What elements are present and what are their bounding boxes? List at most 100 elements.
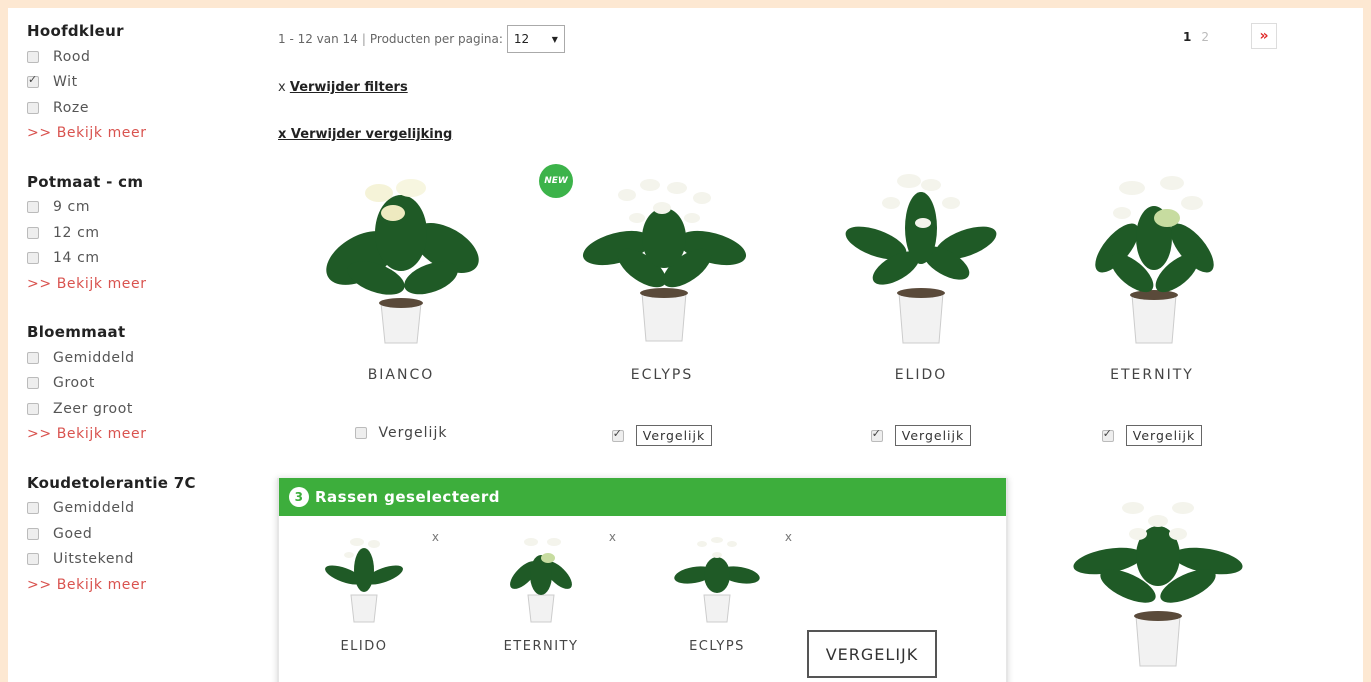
selected-count-badge: 3 — [289, 487, 309, 507]
show-more-link[interactable]: >> Bekijk meer — [27, 121, 257, 146]
option-label: 12 cm — [53, 224, 100, 241]
product-card-eternity: ETERNITY Vergelijk — [1032, 163, 1272, 446]
compare-checkbox[interactable] — [354, 427, 367, 439]
remove-item-button[interactable]: x — [609, 530, 616, 544]
compare-item-image — [674, 537, 760, 623]
compare-item: x ETERNITY — [466, 530, 616, 654]
remove-filters-link[interactable]: Verwijder filters — [290, 80, 408, 95]
filter-option-uitstekend[interactable]: Uitstekend — [27, 547, 257, 573]
chevron-down-icon: ▼ — [551, 34, 558, 44]
checkbox[interactable] — [27, 402, 39, 415]
facet-title: Koudetolerantie 7C — [27, 473, 196, 492]
facet-hoofdkleur: Hoofdkleur Rood Wit Roze >> Bekijk meer — [27, 22, 257, 146]
compare-item-name: ELIDO — [340, 639, 388, 654]
compare-toggle[interactable]: Vergelijk — [542, 425, 782, 446]
checkbox[interactable] — [27, 50, 39, 63]
compare-checkbox-checked[interactable] — [611, 427, 624, 442]
compare-header: 3 Rassen geselecteerd — [279, 478, 1006, 516]
product-image[interactable] — [1032, 163, 1272, 344]
compare-submit-button[interactable]: VERGELIJK — [807, 630, 937, 678]
option-label: Zeer groot — [53, 400, 133, 417]
product-image[interactable] — [801, 163, 1041, 344]
compare-button[interactable]: Vergelijk — [1125, 425, 1203, 446]
filter-option-gemiddeld[interactable]: Gemiddeld — [27, 496, 257, 522]
compare-panel: 3 Rassen geselecteerd x ELIDO x ETERNITY… — [277, 478, 1008, 682]
checkbox[interactable] — [27, 502, 39, 515]
checkbox[interactable] — [27, 351, 39, 364]
product-image[interactable] — [542, 163, 782, 343]
filter-option-roze[interactable]: Roze — [27, 95, 257, 121]
compare-button[interactable]: Vergelijk — [635, 425, 713, 446]
product-card-bianco: BIANCO Vergelijk — [281, 163, 521, 441]
compare-button[interactable]: Vergelijk — [894, 425, 972, 446]
filter-option-wit[interactable]: Wit — [27, 70, 257, 96]
filter-option-12cm[interactable]: 12 cm — [27, 220, 257, 246]
product-name[interactable]: ECLYPS — [542, 367, 782, 383]
checkbox[interactable] — [27, 101, 39, 114]
checkbox[interactable] — [27, 252, 39, 265]
product-name[interactable]: ELIDO — [801, 367, 1041, 383]
results-toolbar: 1 - 12 van 14 | Producten per pagina: 12… — [278, 24, 565, 54]
remove-item-button[interactable]: x — [785, 530, 792, 544]
product-card-next — [1038, 486, 1278, 667]
checkbox[interactable] — [27, 553, 39, 566]
facet-title: Potmaat - cm — [27, 172, 144, 191]
option-label: 9 cm — [53, 199, 91, 216]
compare-item-image — [510, 538, 572, 623]
remove-item-button[interactable]: x — [432, 530, 439, 544]
product-image[interactable] — [1038, 486, 1278, 667]
product-name[interactable]: BIANCO — [281, 367, 521, 383]
product-name[interactable]: ETERNITY — [1032, 367, 1272, 383]
checkbox-checked[interactable] — [27, 73, 39, 89]
filter-option-groot[interactable]: Groot — [27, 371, 257, 397]
option-label: 14 cm — [53, 250, 100, 267]
filter-sidebar: Hoofdkleur Rood Wit Roze >> Bekijk meer … — [27, 22, 257, 624]
results-range: 1 - 12 van 14 — [278, 32, 358, 46]
option-label: Roze — [53, 99, 90, 116]
option-label: Gemiddeld — [53, 500, 135, 517]
checkbox[interactable] — [27, 377, 39, 390]
compare-item-name: ECLYPS — [689, 639, 745, 654]
remove-filters-row: x Verwijder filters — [278, 80, 408, 95]
next-page-button[interactable]: » — [1251, 23, 1277, 49]
compare-checkbox-checked[interactable] — [1101, 427, 1114, 442]
pagination: 1 2 — [1183, 30, 1209, 44]
page-current: 1 — [1183, 30, 1192, 44]
filter-option-9cm[interactable]: 9 cm — [27, 195, 257, 221]
compare-toggle[interactable]: Vergelijk — [1032, 425, 1272, 446]
remove-compare-row: x Verwijder vergelijking — [278, 127, 452, 142]
show-more-link[interactable]: >> Bekijk meer — [27, 572, 257, 597]
per-page-select[interactable]: 12 ▼ — [506, 25, 565, 53]
page-link[interactable]: 2 — [1201, 30, 1209, 44]
option-label: Rood — [53, 48, 91, 65]
compare-label[interactable]: Vergelijk — [379, 425, 448, 441]
per-page-value: 12 — [513, 32, 530, 46]
option-label: Gemiddeld — [53, 349, 135, 366]
option-label: Goed — [53, 525, 93, 542]
filter-option-14cm[interactable]: 14 cm — [27, 246, 257, 272]
filter-option-zeer-groot[interactable]: Zeer groot — [27, 396, 257, 422]
remove-x: x — [278, 80, 286, 95]
filter-option-rood[interactable]: Rood — [27, 44, 257, 70]
compare-toggle[interactable]: Vergelijk — [801, 425, 1041, 446]
remove-compare-link[interactable]: x Verwijder vergelijking — [278, 127, 452, 142]
compare-item-image — [325, 538, 403, 623]
checkbox[interactable] — [27, 226, 39, 239]
filter-option-gemiddeld[interactable]: Gemiddeld — [27, 345, 257, 371]
facet-bloemmaat: Bloemmaat Gemiddeld Groot Zeer groot >> … — [27, 323, 257, 447]
compare-item: x ELIDO — [289, 530, 439, 654]
show-more-link[interactable]: >> Bekijk meer — [27, 271, 257, 296]
product-image[interactable] — [281, 163, 521, 344]
filter-option-goed[interactable]: Goed — [27, 521, 257, 547]
compare-toggle[interactable]: Vergelijk — [281, 425, 521, 441]
checkbox[interactable] — [27, 527, 39, 540]
show-more-link[interactable]: >> Bekijk meer — [27, 422, 257, 447]
compare-checkbox-checked[interactable] — [870, 427, 883, 442]
compare-item: x ECLYPS — [642, 530, 792, 654]
checkbox[interactable] — [27, 201, 39, 214]
facet-title: Hoofdkleur — [27, 22, 124, 40]
page-frame: Hoofdkleur Rood Wit Roze >> Bekijk meer … — [8, 8, 1363, 682]
compare-title: Rassen geselecteerd — [315, 488, 500, 506]
facet-koudetolerantie: Koudetolerantie 7C Gemiddeld Goed Uitste… — [27, 474, 257, 598]
option-label: Wit — [53, 74, 78, 91]
